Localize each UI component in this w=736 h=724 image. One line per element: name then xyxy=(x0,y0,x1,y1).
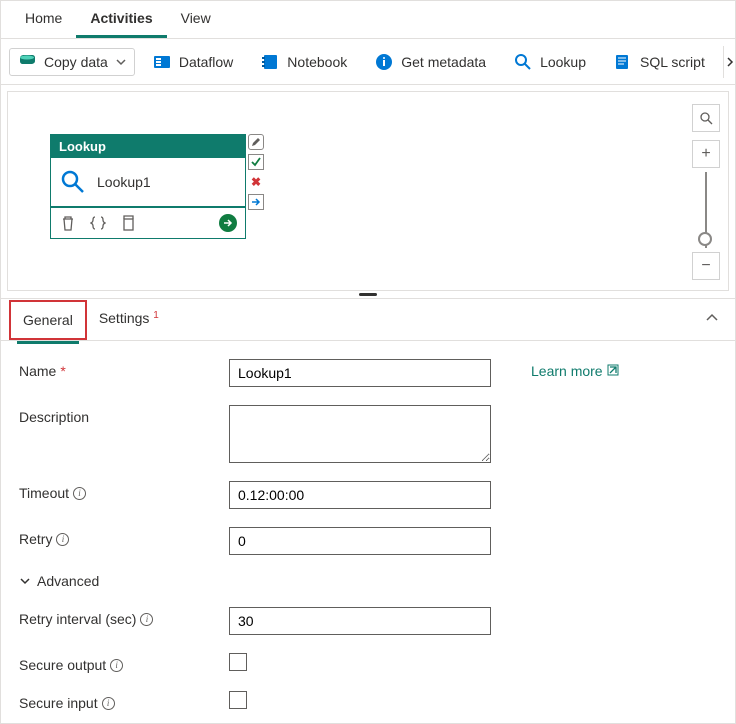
activity-body: Lookup1 xyxy=(51,158,245,206)
label-description: Description xyxy=(19,405,219,425)
advanced-toggle[interactable]: Advanced xyxy=(19,573,717,589)
label-name: Name * xyxy=(19,359,219,379)
sql-script-label: SQL script xyxy=(640,54,705,70)
advanced-label: Advanced xyxy=(37,573,99,589)
dataflow-button[interactable]: Dataflow xyxy=(143,47,243,77)
label-secure-input: Secure input i xyxy=(19,691,219,711)
nav-tab-view[interactable]: View xyxy=(167,1,225,38)
label-secure-output: Secure output i xyxy=(19,653,219,673)
zoom-controls: + − xyxy=(690,104,722,280)
info-icon[interactable]: i xyxy=(102,697,115,710)
port-completion-icon[interactable] xyxy=(248,194,264,210)
info-icon[interactable]: i xyxy=(140,613,153,626)
port-edit-icon[interactable] xyxy=(248,134,264,150)
info-icon[interactable]: i xyxy=(110,659,123,672)
copy-data-button[interactable]: Copy data xyxy=(9,48,135,76)
script-icon xyxy=(614,53,632,71)
retry-interval-field[interactable] xyxy=(229,607,491,635)
copy-data-icon xyxy=(18,53,36,71)
label-timeout: Timeout i xyxy=(19,481,219,501)
tab-settings-badge: 1 xyxy=(153,310,159,321)
pipeline-canvas-wrap: Lookup Lookup1 xyxy=(1,85,735,297)
label-retry-interval: Retry interval (sec) i xyxy=(19,607,219,627)
tab-general[interactable]: General xyxy=(9,300,87,340)
notebook-label: Notebook xyxy=(287,54,347,70)
secure-output-checkbox[interactable] xyxy=(229,653,247,671)
pipeline-canvas[interactable]: Lookup Lookup1 xyxy=(7,91,729,291)
run-arrow-icon[interactable] xyxy=(219,214,237,232)
dataflow-label: Dataflow xyxy=(179,54,233,70)
lookup-button[interactable]: Lookup xyxy=(504,47,596,77)
properties-panel: General Settings 1 Name * Learn more Des… xyxy=(1,298,735,714)
description-field[interactable] xyxy=(229,405,491,463)
toolbar-overflow-right[interactable] xyxy=(723,46,736,78)
nav-tab-home[interactable]: Home xyxy=(11,1,76,38)
activity-output-ports: ✖ xyxy=(248,134,264,210)
activity-node-lookup[interactable]: Lookup Lookup1 xyxy=(50,134,246,239)
get-metadata-button[interactable]: Get metadata xyxy=(365,47,496,77)
info-icon xyxy=(375,53,393,71)
zoom-in-button[interactable]: + xyxy=(692,140,720,168)
info-icon[interactable]: i xyxy=(56,533,69,546)
port-failure-icon[interactable]: ✖ xyxy=(248,174,264,190)
copy-icon[interactable] xyxy=(119,214,137,232)
zoom-out-button[interactable]: − xyxy=(692,252,720,280)
zoom-search-icon[interactable] xyxy=(692,104,720,132)
name-field[interactable] xyxy=(229,359,491,387)
main-nav-tabs: Home Activities View xyxy=(1,1,735,39)
timeout-field[interactable] xyxy=(229,481,491,509)
copy-data-label: Copy data xyxy=(44,54,108,70)
port-success-icon[interactable] xyxy=(248,154,264,170)
lookup-label: Lookup xyxy=(540,54,586,70)
tab-settings[interactable]: Settings 1 xyxy=(87,300,171,339)
learn-more-link[interactable]: Learn more xyxy=(531,359,619,379)
sql-script-button[interactable]: SQL script xyxy=(604,47,715,77)
lookup-icon xyxy=(514,53,532,71)
secure-input-checkbox[interactable] xyxy=(229,691,247,709)
delete-icon[interactable] xyxy=(59,214,77,232)
notebook-icon xyxy=(261,53,279,71)
activity-name: Lookup1 xyxy=(97,174,151,190)
chevron-down-icon xyxy=(19,575,31,587)
properties-form: Name * Learn more Description Timeout i xyxy=(1,341,735,714)
lookup-icon xyxy=(59,168,87,196)
activities-toolbar: Copy data Dataflow Notebook Get metadata… xyxy=(1,39,735,85)
get-metadata-label: Get metadata xyxy=(401,54,486,70)
collapse-panel-icon[interactable] xyxy=(697,303,727,336)
notebook-button[interactable]: Notebook xyxy=(251,47,357,77)
zoom-slider-thumb[interactable] xyxy=(698,232,712,246)
retry-field[interactable] xyxy=(229,527,491,555)
info-icon[interactable]: i xyxy=(73,487,86,500)
zoom-slider[interactable] xyxy=(705,172,707,248)
external-link-icon xyxy=(607,363,619,379)
chevron-down-icon xyxy=(116,54,126,70)
properties-tabs: General Settings 1 xyxy=(1,299,735,341)
activity-type-label: Lookup xyxy=(51,135,245,158)
code-braces-icon[interactable] xyxy=(89,214,107,232)
dataflow-icon xyxy=(153,53,171,71)
tab-settings-label: Settings xyxy=(99,310,150,326)
label-retry: Retry i xyxy=(19,527,219,547)
activity-footer xyxy=(51,206,245,238)
nav-tab-activities[interactable]: Activities xyxy=(76,1,166,38)
